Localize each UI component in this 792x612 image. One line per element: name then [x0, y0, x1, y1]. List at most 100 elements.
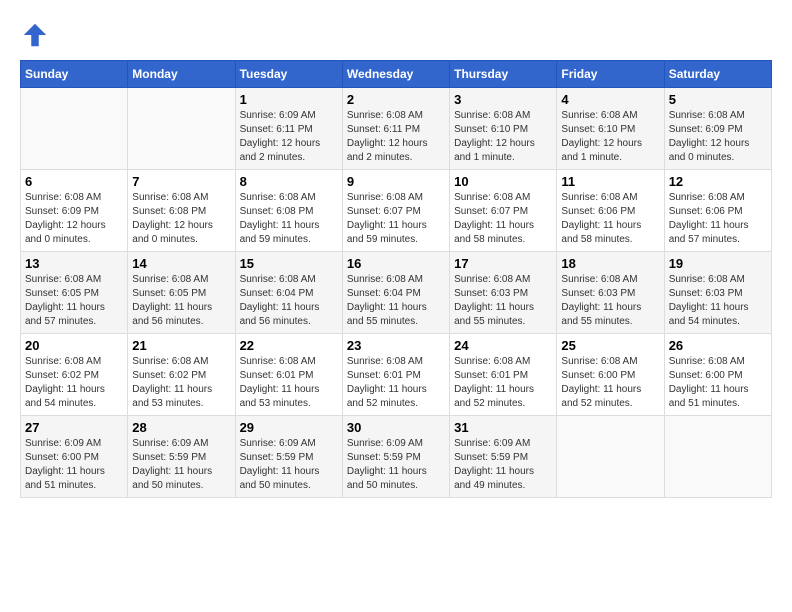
- day-detail: Sunrise: 6:08 AMSunset: 6:00 PMDaylight:…: [669, 355, 767, 411]
- calendar-week-4: 20 Sunrise: 6:08 AMSunset: 6:02 PMDayligh…: [21, 334, 772, 416]
- header: [20, 20, 772, 50]
- day-detail: Sunrise: 6:08 AMSunset: 6:09 PMDaylight:…: [669, 109, 767, 165]
- calendar-week-5: 27Sunrise: 6:09 AMSunset: 6:00 PMDayligh…: [21, 416, 772, 498]
- calendar-cell: 23Sunrise: 6:08 AMSunset: 6:01 PMDayligh…: [342, 334, 449, 416]
- calendar-cell: 13Sunrise: 6:08 AMSunset: 6:05 PMDayligh…: [21, 252, 128, 334]
- logo: [20, 20, 52, 50]
- day-number: 16: [347, 256, 445, 271]
- calendar-cell: 16 Sunrise: 6:08 AMSunset: 6:04 PMDayligh…: [342, 252, 449, 334]
- day-number: 7: [132, 174, 230, 189]
- calendar-cell: 6 Sunrise: 6:08 AMSunset: 6:09 PMDaylight…: [21, 170, 128, 252]
- calendar-cell: 25Sunrise: 6:08 AMSunset: 6:00 PMDayligh…: [557, 334, 664, 416]
- day-header-monday: Monday: [128, 61, 235, 88]
- day-detail: Sunrise: 6:08 AMSunset: 6:11 PMDaylight:…: [347, 109, 445, 165]
- day-detail: Sunrise: 6:08 AMSunset: 6:04 PMDaylight:…: [240, 273, 338, 329]
- day-detail: Sunrise: 6:08 AMSunset: 6:07 PMDaylight:…: [347, 191, 445, 247]
- day-number: 5: [669, 92, 767, 107]
- calendar-cell: 1 Sunrise: 6:09 AMSunset: 6:11 PMDaylight…: [235, 88, 342, 170]
- day-number: 3: [454, 92, 552, 107]
- calendar-cell: [557, 416, 664, 498]
- calendar-cell: 12Sunrise: 6:08 AMSunset: 6:06 PMDayligh…: [664, 170, 771, 252]
- day-detail: Sunrise: 6:08 AMSunset: 6:01 PMDaylight:…: [347, 355, 445, 411]
- day-number: 26: [669, 338, 767, 353]
- day-number: 15: [240, 256, 338, 271]
- calendar-cell: 17 Sunrise: 6:08 AMSunset: 6:03 PMDayligh…: [450, 252, 557, 334]
- day-number: 29: [240, 420, 338, 435]
- day-detail: Sunrise: 6:08 AMSunset: 6:00 PMDaylight:…: [561, 355, 659, 411]
- day-number: 1: [240, 92, 338, 107]
- calendar-cell: 8 Sunrise: 6:08 AMSunset: 6:08 PMDaylight…: [235, 170, 342, 252]
- calendar-cell: 27Sunrise: 6:09 AMSunset: 6:00 PMDayligh…: [21, 416, 128, 498]
- calendar-cell: 20 Sunrise: 6:08 AMSunset: 6:02 PMDayligh…: [21, 334, 128, 416]
- day-detail: Sunrise: 6:08 AMSunset: 6:03 PMDaylight:…: [561, 273, 659, 329]
- day-number: 17: [454, 256, 552, 271]
- day-number: 27: [25, 420, 123, 435]
- calendar-cell: [128, 88, 235, 170]
- calendar-cell: 2 Sunrise: 6:08 AMSunset: 6:11 PMDaylight…: [342, 88, 449, 170]
- calendar-body: 1 Sunrise: 6:09 AMSunset: 6:11 PMDaylight…: [21, 88, 772, 498]
- calendar-cell: 11Sunrise: 6:08 AMSunset: 6:06 PMDayligh…: [557, 170, 664, 252]
- day-detail: Sunrise: 6:09 AMSunset: 5:59 PMDaylight:…: [132, 437, 230, 493]
- day-detail: Sunrise: 6:08 AMSunset: 6:04 PMDaylight:…: [347, 273, 445, 329]
- day-number: 20: [25, 338, 123, 353]
- calendar-cell: 30 Sunrise: 6:09 AMSunset: 5:59 PMDayligh…: [342, 416, 449, 498]
- calendar-cell: 4 Sunrise: 6:08 AMSunset: 6:10 PMDaylight…: [557, 88, 664, 170]
- calendar-cell: 31Sunrise: 6:09 AMSunset: 5:59 PMDayligh…: [450, 416, 557, 498]
- day-detail: Sunrise: 6:08 AMSunset: 6:05 PMDaylight:…: [132, 273, 230, 329]
- day-number: 19: [669, 256, 767, 271]
- day-number: 13: [25, 256, 123, 271]
- day-header-saturday: Saturday: [664, 61, 771, 88]
- calendar-cell: 22Sunrise: 6:08 AMSunset: 6:01 PMDayligh…: [235, 334, 342, 416]
- day-number: 8: [240, 174, 338, 189]
- day-detail: Sunrise: 6:08 AMSunset: 6:08 PMDaylight:…: [132, 191, 230, 247]
- day-number: 24: [454, 338, 552, 353]
- day-number: 14: [132, 256, 230, 271]
- day-number: 9: [347, 174, 445, 189]
- calendar-cell: 21 Sunrise: 6:08 AMSunset: 6:02 PMDayligh…: [128, 334, 235, 416]
- calendar-header: SundayMondayTuesdayWednesdayThursdayFrid…: [21, 61, 772, 88]
- day-number: 2: [347, 92, 445, 107]
- calendar-week-3: 13 Sunrise: 6:08 AMSunset: 6:05 PMDayligh…: [21, 252, 772, 334]
- day-number: 4: [561, 92, 659, 107]
- day-detail: Sunrise: 6:08 AMSunset: 6:06 PMDaylight:…: [561, 191, 659, 247]
- day-header-wednesday: Wednesday: [342, 61, 449, 88]
- day-detail: Sunrise: 6:08 AMSunset: 6:01 PMDaylight:…: [454, 355, 552, 411]
- day-detail: Sunrise: 6:08 AMSunset: 6:02 PMDaylight:…: [25, 355, 123, 411]
- day-detail: Sunrise: 6:08 AMSunset: 6:01 PMDaylight:…: [240, 355, 338, 411]
- logo-icon: [20, 20, 50, 50]
- day-detail: Sunrise: 6:09 AMSunset: 5:59 PMDaylight:…: [347, 437, 445, 493]
- day-detail: Sunrise: 6:08 AMSunset: 6:03 PMDaylight:…: [454, 273, 552, 329]
- day-header-sunday: Sunday: [21, 61, 128, 88]
- day-detail: Sunrise: 6:08 AMSunset: 6:08 PMDaylight:…: [240, 191, 338, 247]
- calendar-cell: 10 Sunrise: 6:08 AMSunset: 6:07 PMDayligh…: [450, 170, 557, 252]
- calendar-week-2: 6 Sunrise: 6:08 AMSunset: 6:09 PMDaylight…: [21, 170, 772, 252]
- calendar-cell: 26 Sunrise: 6:08 AMSunset: 6:00 PMDayligh…: [664, 334, 771, 416]
- day-header-tuesday: Tuesday: [235, 61, 342, 88]
- calendar-cell: 24 Sunrise: 6:08 AMSunset: 6:01 PMDayligh…: [450, 334, 557, 416]
- calendar-cell: 14 Sunrise: 6:08 AMSunset: 6:05 PMDayligh…: [128, 252, 235, 334]
- day-detail: Sunrise: 6:08 AMSunset: 6:09 PMDaylight:…: [25, 191, 123, 247]
- calendar-cell: 15 Sunrise: 6:08 AMSunset: 6:04 PMDayligh…: [235, 252, 342, 334]
- day-header-friday: Friday: [557, 61, 664, 88]
- day-number: 12: [669, 174, 767, 189]
- day-number: 28: [132, 420, 230, 435]
- day-number: 10: [454, 174, 552, 189]
- day-number: 18: [561, 256, 659, 271]
- calendar-cell: 28 Sunrise: 6:09 AMSunset: 5:59 PMDayligh…: [128, 416, 235, 498]
- calendar-cell: 7 Sunrise: 6:08 AMSunset: 6:08 PMDaylight…: [128, 170, 235, 252]
- calendar-week-1: 1 Sunrise: 6:09 AMSunset: 6:11 PMDaylight…: [21, 88, 772, 170]
- day-detail: Sunrise: 6:09 AMSunset: 6:11 PMDaylight:…: [240, 109, 338, 165]
- calendar-cell: [664, 416, 771, 498]
- day-detail: Sunrise: 6:09 AMSunset: 5:59 PMDaylight:…: [240, 437, 338, 493]
- calendar-cell: 18 Sunrise: 6:08 AMSunset: 6:03 PMDayligh…: [557, 252, 664, 334]
- day-number: 21: [132, 338, 230, 353]
- day-number: 30: [347, 420, 445, 435]
- calendar-cell: 5 Sunrise: 6:08 AMSunset: 6:09 PMDaylight…: [664, 88, 771, 170]
- calendar-cell: 9 Sunrise: 6:08 AMSunset: 6:07 PMDaylight…: [342, 170, 449, 252]
- day-number: 6: [25, 174, 123, 189]
- day-detail: Sunrise: 6:08 AMSunset: 6:07 PMDaylight:…: [454, 191, 552, 247]
- day-number: 31: [454, 420, 552, 435]
- day-detail: Sunrise: 6:08 AMSunset: 6:10 PMDaylight:…: [561, 109, 659, 165]
- day-detail: Sunrise: 6:08 AMSunset: 6:03 PMDaylight:…: [669, 273, 767, 329]
- day-detail: Sunrise: 6:08 AMSunset: 6:02 PMDaylight:…: [132, 355, 230, 411]
